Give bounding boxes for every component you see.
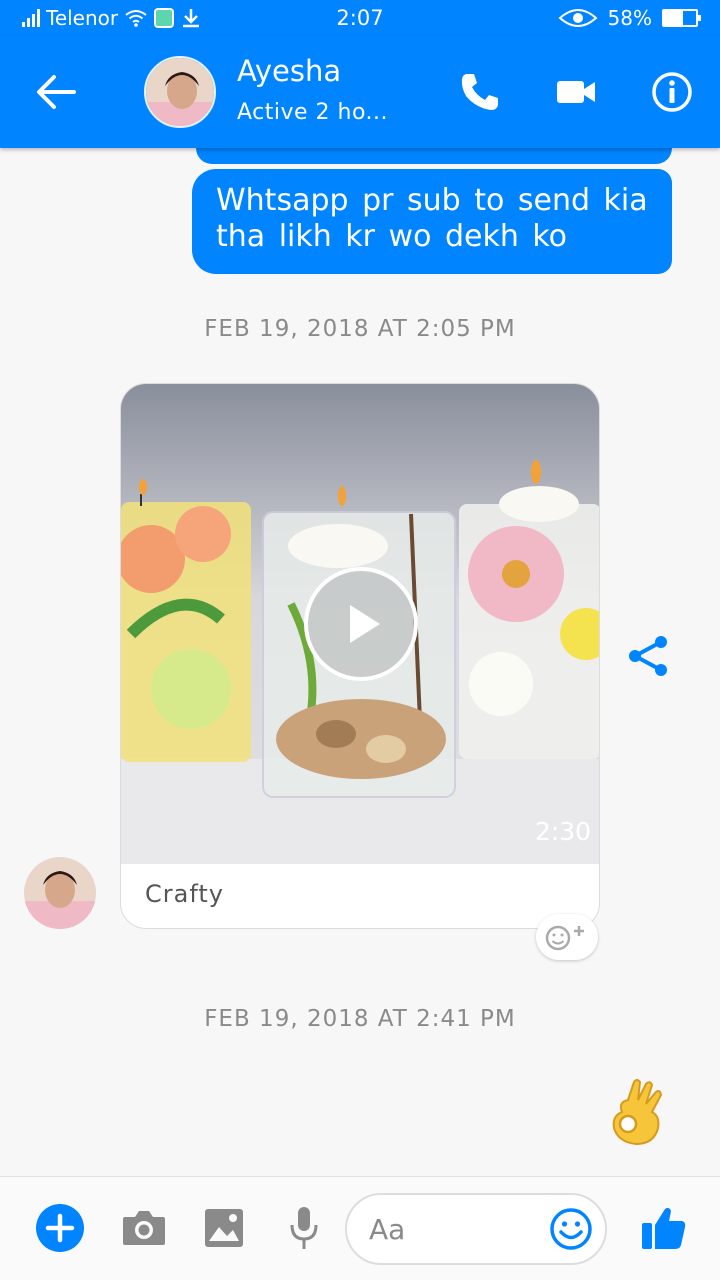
- thumbs-up-icon[interactable]: [638, 1203, 688, 1253]
- image-icon[interactable]: [199, 1203, 249, 1253]
- message-input[interactable]: Aa: [345, 1193, 607, 1265]
- timestamp: FEB 19, 2018 AT 2:05 PM: [204, 316, 516, 342]
- video-duration: 2:30: [534, 817, 591, 846]
- back-arrow-icon[interactable]: [34, 72, 78, 112]
- add-reaction-icon: [545, 925, 584, 951]
- battery-icon: [662, 9, 701, 27]
- carrier-label: Telenor: [46, 6, 119, 30]
- app-notification-icon: [154, 8, 175, 28]
- phone-icon[interactable]: [458, 70, 502, 114]
- contact-name[interactable]: Ayesha: [237, 54, 341, 88]
- emoji-icon[interactable]: [549, 1207, 593, 1251]
- shared-video-card[interactable]: 2:30 Crafty: [120, 383, 600, 929]
- message-composer: Aa: [0, 1176, 720, 1280]
- add-reaction-button[interactable]: [536, 914, 598, 960]
- video-camera-icon[interactable]: [554, 70, 598, 114]
- status-bar: Telenor 2:07 58%: [0, 0, 720, 36]
- conversation-header: Ayesha Active 2 ho...: [0, 36, 720, 148]
- signal-icon: [22, 9, 40, 27]
- wifi-icon: [125, 10, 147, 27]
- camera-icon[interactable]: [119, 1203, 169, 1253]
- play-button[interactable]: [302, 565, 420, 683]
- battery-percent: 58%: [607, 6, 652, 30]
- ok-hand-icon[interactable]: [604, 1076, 668, 1148]
- contact-avatar[interactable]: [144, 56, 216, 128]
- video-thumbnail[interactable]: 2:30: [121, 384, 599, 864]
- active-status: Active 2 ho...: [237, 100, 389, 125]
- outgoing-message-bubble[interactable]: Whtsapp pr sub to send kia tha likh kr w…: [192, 169, 672, 274]
- eye-icon: [558, 9, 598, 27]
- message-input-placeholder: Aa: [369, 1213, 406, 1246]
- timestamp: FEB 19, 2018 AT 2:41 PM: [204, 1006, 516, 1032]
- download-icon: [183, 9, 200, 28]
- info-icon[interactable]: [650, 70, 694, 114]
- share-icon[interactable]: [626, 634, 670, 678]
- video-caption: Crafty: [145, 880, 224, 908]
- sender-avatar[interactable]: [24, 857, 96, 929]
- microphone-icon[interactable]: [279, 1203, 329, 1253]
- plus-icon[interactable]: [35, 1203, 85, 1253]
